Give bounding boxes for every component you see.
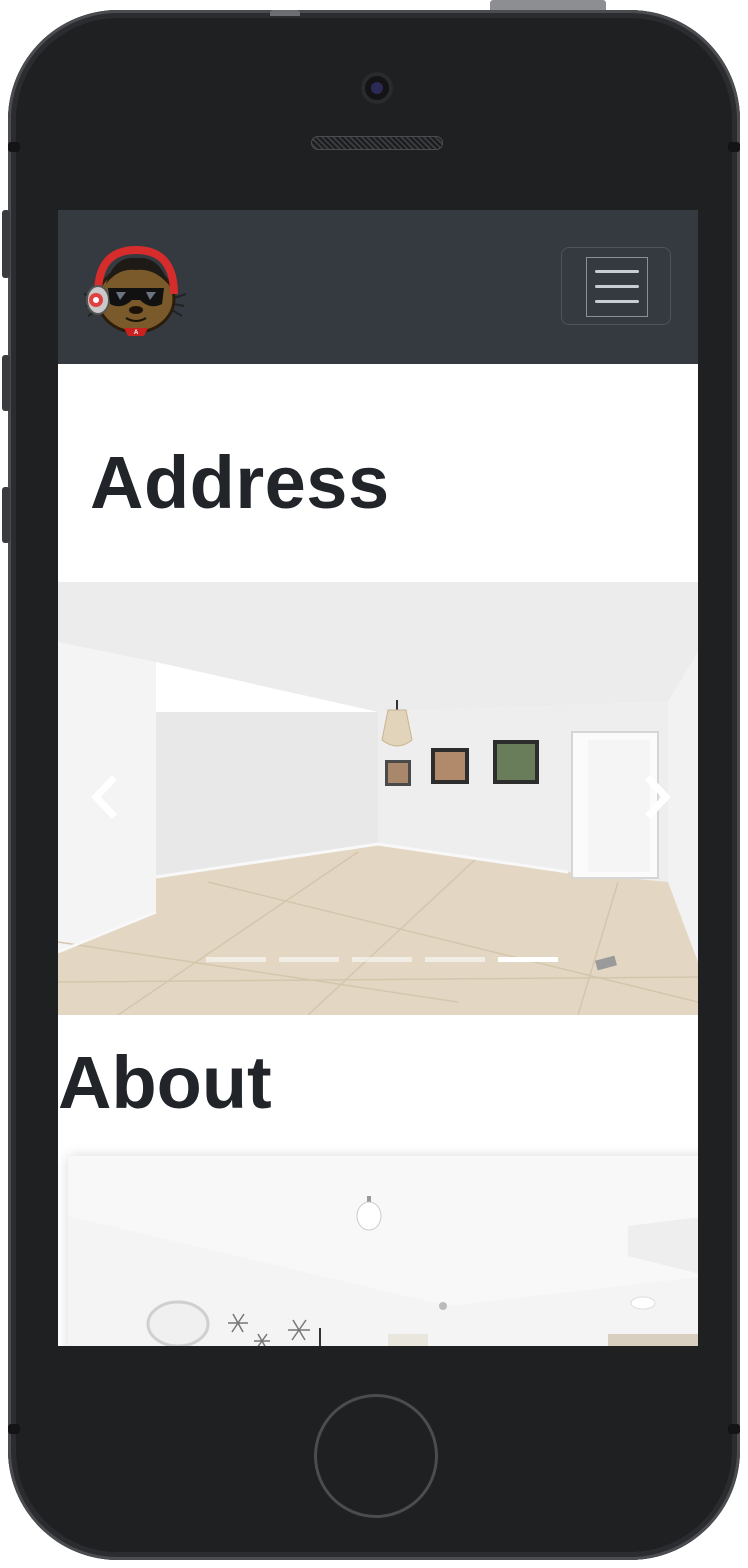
- carousel-indicator-1[interactable]: [206, 957, 266, 962]
- photo-carousel[interactable]: [58, 582, 698, 1015]
- about-heading: About: [58, 1041, 272, 1124]
- address-heading: Address: [90, 441, 390, 524]
- svg-text:A: A: [134, 330, 139, 336]
- right-antenna-line-bottom: [728, 1424, 740, 1434]
- front-camera: [361, 72, 393, 104]
- volume-down-button: [2, 487, 10, 543]
- screen: A Address About: [58, 210, 698, 1346]
- mascot-logo-icon[interactable]: A: [83, 244, 188, 336]
- chevron-right-icon: [645, 775, 671, 819]
- carousel-slide-image: [58, 582, 698, 1015]
- navbar-toggle-button[interactable]: [561, 247, 671, 325]
- right-antenna-line-top: [728, 142, 740, 152]
- earpiece-speaker: [311, 136, 443, 150]
- carousel-next-button[interactable]: [628, 762, 688, 832]
- top-notch-edge: [270, 10, 300, 16]
- carousel-indicator-5[interactable]: [498, 957, 558, 962]
- volume-up-button: [2, 355, 10, 411]
- room-photo-image: [68, 1156, 698, 1346]
- home-button[interactable]: [314, 1394, 438, 1518]
- about-photo: [68, 1156, 698, 1346]
- left-antenna-line-bottom: [8, 1424, 20, 1434]
- chevron-left-icon: [91, 775, 117, 819]
- carousel-indicators: [206, 957, 558, 963]
- navbar: A: [58, 210, 698, 364]
- carousel-indicator-2[interactable]: [279, 957, 339, 962]
- power-button: [490, 0, 606, 10]
- carousel-prev-button[interactable]: [78, 762, 138, 832]
- carousel-indicator-4[interactable]: [425, 957, 485, 962]
- carousel-indicator-3[interactable]: [352, 957, 412, 962]
- hamburger-menu-icon: [586, 257, 648, 317]
- left-antenna-line-top: [8, 142, 20, 152]
- mute-switch: [2, 210, 10, 278]
